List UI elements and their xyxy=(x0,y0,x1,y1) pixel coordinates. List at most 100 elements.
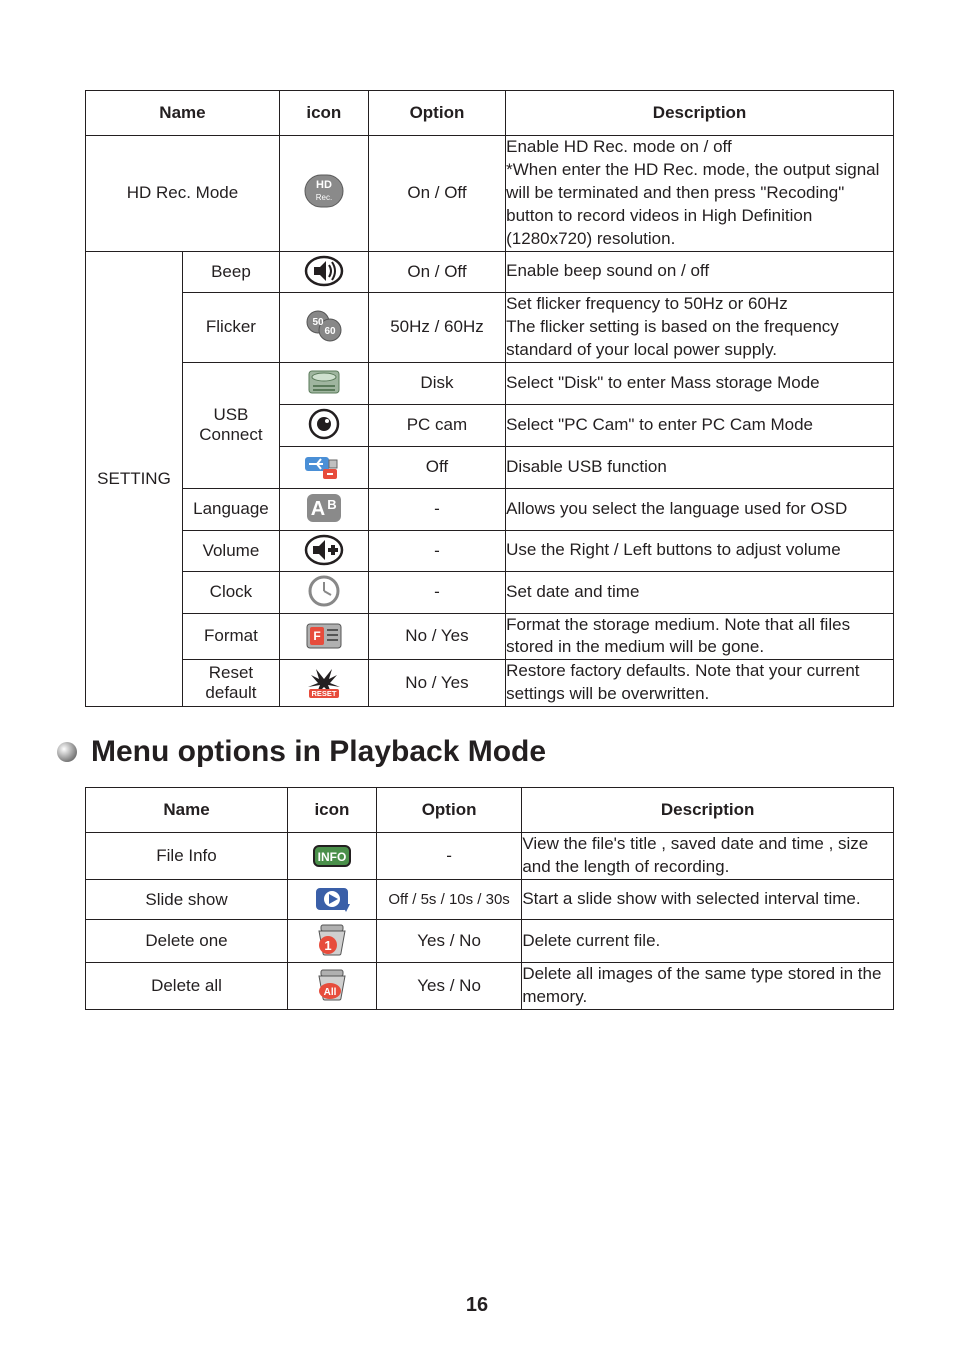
section-heading: Menu options in Playback Mode xyxy=(57,735,894,769)
cell-description: Use the Right / Left buttons to adjust v… xyxy=(506,530,894,571)
table-row: Flicker 50 60 50Hz / 60Hz Set flicker fr… xyxy=(86,292,894,362)
cell-description: View the file's title , saved date and t… xyxy=(522,833,894,880)
table-row: Delete all All Yes / No Delete all image… xyxy=(86,963,894,1010)
header-icon: icon xyxy=(288,788,377,833)
reset-icon: RESET xyxy=(302,663,346,701)
table-row: Slide show Off / 5s / 10s / 30s Start a … xyxy=(86,880,894,920)
cell-description: Set flicker frequency to 50Hz or 60Hz Th… xyxy=(506,292,894,362)
table-row: File Info INFO - View the file's title ,… xyxy=(86,833,894,880)
table-row: Clock - Set date and time xyxy=(86,571,894,613)
table-row: Format F No / Yes Format the storage med… xyxy=(86,613,894,660)
cell-name: File Info xyxy=(86,833,288,880)
cell-description: Set date and time xyxy=(506,571,894,613)
cell-option: - xyxy=(368,530,505,571)
clock-icon xyxy=(302,572,346,610)
cell-icon: RESET xyxy=(279,660,368,707)
cell-description: Allows you select the language used for … xyxy=(506,488,894,530)
cell-description: Enable HD Rec. mode on / off *When enter… xyxy=(506,136,894,252)
cell-description: Delete all images of the same type store… xyxy=(522,963,894,1010)
cell-description: Select "Disk" to enter Mass storage Mode xyxy=(506,362,894,404)
cell-name: Slide show xyxy=(86,880,288,920)
header-description: Description xyxy=(506,91,894,136)
cell-description: Select "PC Cam" to enter PC Cam Mode xyxy=(506,404,894,446)
cell-icon: A B xyxy=(279,488,368,530)
volume-icon xyxy=(302,531,346,569)
cell-option: On / Off xyxy=(368,251,505,292)
table-row: SETTING Beep On / Off Enable beep sound … xyxy=(86,251,894,292)
cell-description: Disable USB function xyxy=(506,446,894,488)
header-description: Description xyxy=(522,788,894,833)
cell-icon xyxy=(279,530,368,571)
bullet-icon xyxy=(57,742,77,762)
cell-option: Off xyxy=(368,446,505,488)
settings-table: Name icon Option Description HD Rec. Mod… xyxy=(85,90,894,707)
cell-option: - xyxy=(368,571,505,613)
svg-text:F: F xyxy=(313,629,320,643)
cell-sub-name: Reset default xyxy=(182,660,279,707)
svg-text:RESET: RESET xyxy=(311,689,336,698)
usb-off-icon xyxy=(302,447,346,485)
table-header-row: Name icon Option Description xyxy=(86,788,894,833)
table-row: Reset default RESET No / Yes Restore fac… xyxy=(86,660,894,707)
cell-sub-name: Flicker xyxy=(182,292,279,362)
cell-description: Delete current file. xyxy=(522,920,894,963)
cell-icon xyxy=(279,251,368,292)
page-number: 16 xyxy=(0,1294,954,1317)
svg-text:1: 1 xyxy=(324,938,331,953)
table-row: Language A B - Allows you select the lan… xyxy=(86,488,894,530)
cell-icon xyxy=(279,571,368,613)
svg-text:Rec.: Rec. xyxy=(316,193,332,202)
header-icon: icon xyxy=(279,91,368,136)
cell-sub-name: Language xyxy=(182,488,279,530)
header-name: Name xyxy=(86,788,288,833)
cell-icon: All xyxy=(288,963,377,1010)
delete-all-icon: All xyxy=(310,965,354,1003)
cell-icon: INFO xyxy=(288,833,377,880)
cell-option: Off / 5s / 10s / 30s xyxy=(376,880,521,920)
disk-icon xyxy=(302,363,346,401)
cell-icon: 50 60 xyxy=(279,292,368,362)
cell-icon: 1 xyxy=(288,920,377,963)
cell-icon xyxy=(279,362,368,404)
cell-sub-name: Volume xyxy=(182,530,279,571)
info-icon: INFO xyxy=(310,837,354,875)
svg-text:INFO: INFO xyxy=(318,850,347,864)
header-name: Name xyxy=(86,91,280,136)
slideshow-icon xyxy=(310,880,354,918)
playback-table: Name icon Option Description File Info I… xyxy=(85,787,894,1010)
table-header-row: Name icon Option Description xyxy=(86,91,894,136)
cell-option: No / Yes xyxy=(368,660,505,707)
cell-sub-name: Format xyxy=(182,613,279,660)
cell-option: Disk xyxy=(368,362,505,404)
cell-sub-name: USB Connect xyxy=(182,362,279,488)
cell-option: PC cam xyxy=(368,404,505,446)
cell-icon xyxy=(279,446,368,488)
hd-rec-icon: HD Rec. xyxy=(302,172,346,210)
cell-option: No / Yes xyxy=(368,613,505,660)
cell-icon xyxy=(279,404,368,446)
cell-option: - xyxy=(368,488,505,530)
cell-sub-name: Beep xyxy=(182,251,279,292)
svg-text:All: All xyxy=(324,987,337,998)
cell-sub-name: Clock xyxy=(182,571,279,613)
cell-option: Yes / No xyxy=(376,920,521,963)
cell-description: Format the storage medium. Note that all… xyxy=(506,613,894,660)
cell-option: 50Hz / 60Hz xyxy=(368,292,505,362)
cell-icon: F xyxy=(279,613,368,660)
header-option: Option xyxy=(376,788,521,833)
flicker-icon: 50 60 xyxy=(302,307,346,345)
language-icon: A B xyxy=(302,489,346,527)
cell-description: Restore factory defaults. Note that your… xyxy=(506,660,894,707)
group-name: SETTING xyxy=(86,251,183,707)
svg-text:50: 50 xyxy=(312,317,324,328)
table-row: Volume - Use the Right / Left buttons to… xyxy=(86,530,894,571)
table-row: Delete one 1 Yes / No Delete current fil… xyxy=(86,920,894,963)
delete-one-icon: 1 xyxy=(310,920,354,958)
table-row: HD Rec. Mode HD Rec. On / Off Enable HD … xyxy=(86,136,894,252)
svg-text:A: A xyxy=(311,498,325,520)
cell-name: HD Rec. Mode xyxy=(86,136,280,252)
cell-description: Enable beep sound on / off xyxy=(506,251,894,292)
svg-text:60: 60 xyxy=(324,326,336,337)
svg-text:HD: HD xyxy=(316,179,332,191)
cell-icon: HD Rec. xyxy=(279,136,368,252)
